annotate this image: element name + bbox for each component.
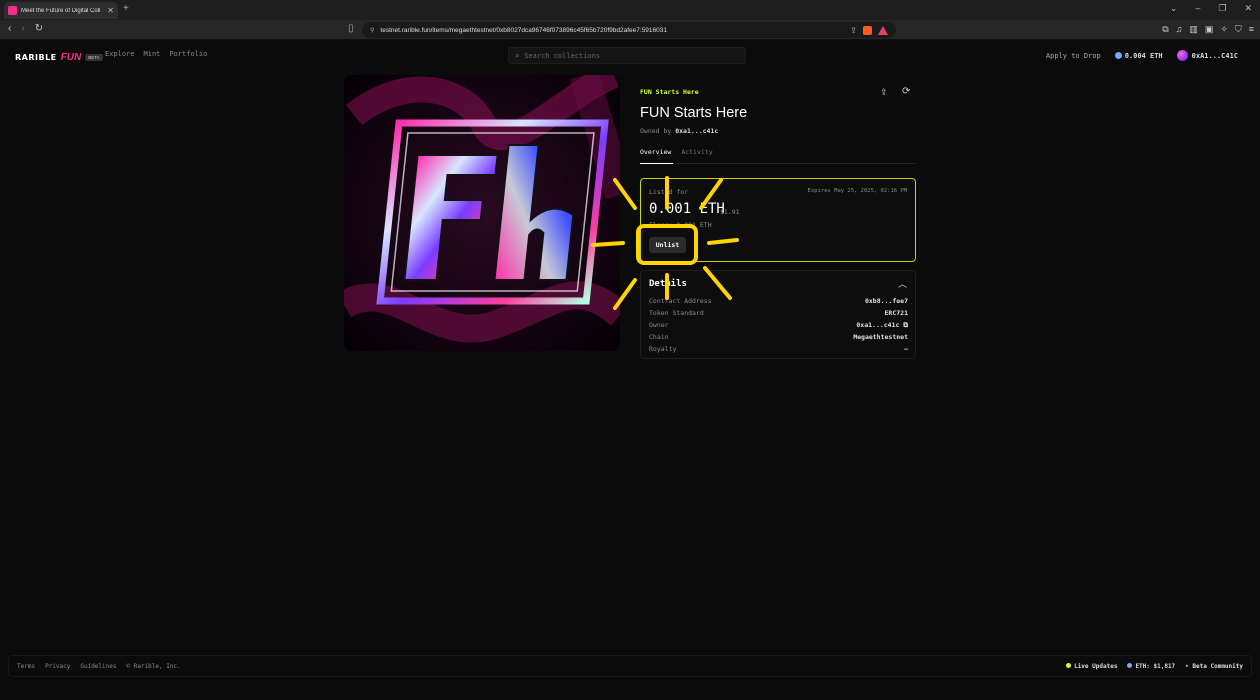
- live-updates-status: Live Updates: [1066, 663, 1117, 670]
- footer-copyright: © Rarible, Inc.: [126, 663, 181, 670]
- listed-for-label: Listed for: [649, 188, 689, 196]
- media-icon[interactable]: ♫: [1176, 24, 1183, 35]
- nav-mint[interactable]: Mint: [144, 50, 161, 58]
- account-button[interactable]: 0xA1...C41C: [1176, 50, 1238, 61]
- refresh-icon[interactable]: ⟳: [902, 86, 910, 97]
- menu-icon[interactable]: ≡: [1249, 24, 1254, 35]
- tab-underline: [640, 163, 916, 164]
- contract-address-link[interactable]: 0xb8...fee7: [865, 297, 908, 305]
- listing-usd: $1.91: [720, 208, 740, 216]
- detail-row: Chain Megaethtestnet: [649, 333, 908, 341]
- live-dot-icon: [1066, 663, 1072, 668]
- url-field[interactable]: ⚲ testnet.rarible.fun/items/megaethtestn…: [362, 22, 896, 38]
- browser-tabbar: Meet the Future of Digital Coll ✕ + ⌄ – …: [0, 0, 1260, 20]
- search-placeholder: Search collections: [524, 51, 601, 60]
- apply-to-drop-link[interactable]: Apply to Drop: [1046, 52, 1101, 60]
- item-tabs: Overview Activity: [640, 148, 713, 156]
- rarible-favicon-icon: [8, 6, 17, 15]
- detail-row: Contract Address 0xb8...fee7: [649, 297, 908, 305]
- browser-tab[interactable]: Meet the Future of Digital Coll ✕: [4, 2, 118, 19]
- close-tab-icon[interactable]: ✕: [107, 6, 114, 15]
- leo-icon[interactable]: ✧: [1220, 24, 1228, 35]
- chevron-down-icon[interactable]: ⌄: [1170, 3, 1178, 14]
- listing-card: Listed for Expires May 25, 2025, 02:16 P…: [640, 178, 916, 262]
- url-text: testnet.rarible.fun/items/megaethtestnet…: [380, 26, 667, 34]
- site-footer: Terms Privacy Guidelines © Rarible, Inc.…: [8, 655, 1252, 677]
- wallet-icon[interactable]: ▣: [1205, 24, 1214, 35]
- beta-community-link[interactable]: ➤ Beta Community: [1185, 663, 1243, 670]
- wallet-balance[interactable]: 0.004 ETH: [1114, 52, 1163, 60]
- forward-icon[interactable]: ›: [21, 23, 24, 34]
- tab-overview[interactable]: Overview: [640, 148, 671, 156]
- eth-icon: [1114, 52, 1122, 59]
- tab-title: Meet the Future of Digital Coll: [21, 7, 101, 14]
- unlist-button[interactable]: Unlist: [649, 237, 686, 253]
- eth-icon: [1127, 663, 1133, 668]
- beta-badge: BETA: [85, 54, 103, 61]
- nav-explore[interactable]: Explore: [105, 50, 135, 58]
- restore-icon[interactable]: ❐: [1218, 3, 1226, 14]
- close-window-icon[interactable]: ✕: [1244, 3, 1252, 14]
- site-info-icon[interactable]: ⚲: [370, 27, 374, 34]
- browser-toolbar: ⧉ ♫ ▥ ▣ ✧ ⛉ ≡: [1162, 24, 1254, 35]
- details-heading: Details: [649, 279, 687, 289]
- vpn-icon[interactable]: ⛉: [1235, 24, 1242, 35]
- item-title: FUN Starts Here: [640, 105, 748, 121]
- nav-portfolio[interactable]: Portfolio: [169, 50, 207, 58]
- window-controls: ⌄ – ❐ ✕: [1170, 3, 1252, 14]
- reload-icon[interactable]: ↻: [35, 23, 43, 34]
- footer-privacy-link[interactable]: Privacy: [45, 663, 70, 670]
- floor-price: Floor: 0.001 ETH: [649, 221, 712, 229]
- footer-terms-link[interactable]: Terms: [17, 663, 35, 670]
- address-bar: ‹ › ↻ ▯ ⚲ testnet.rarible.fun/items/mega…: [0, 20, 1260, 40]
- brave-shields-icon[interactable]: [863, 25, 872, 35]
- chevron-up-icon[interactable]: ︿: [898, 277, 907, 290]
- details-card: Details ︿ Contract Address 0xb8...fee7 T…: [640, 270, 916, 359]
- owned-by: Owned by 0xa1...c41c: [640, 127, 719, 135]
- search-icon: ⌕: [515, 51, 520, 60]
- bookmark-icon[interactable]: ▯: [348, 23, 354, 34]
- detail-row: Royalty –: [649, 345, 908, 353]
- new-tab-icon[interactable]: +: [123, 3, 129, 14]
- rarible-fun-logo[interactable]: RARIBLE FUN BETA: [15, 52, 103, 63]
- main-nav: Explore Mint Portfolio: [105, 50, 207, 58]
- back-icon[interactable]: ‹: [8, 23, 11, 34]
- owner-address-link[interactable]: 0xa1...c41c: [856, 321, 899, 329]
- copy-icon[interactable]: ⧉: [903, 321, 908, 329]
- listing-expiry: Expires May 25, 2025, 02:16 PM: [807, 188, 907, 194]
- detail-row: Owner 0xa1...c41c ⧉: [649, 321, 908, 329]
- owner-link[interactable]: 0xa1...c41c: [675, 127, 718, 135]
- footer-guidelines-link[interactable]: Guidelines: [80, 663, 116, 670]
- brave-rewards-icon[interactable]: [878, 25, 888, 35]
- search-input[interactable]: ⌕ Search collections: [508, 47, 746, 64]
- avatar: [1176, 50, 1188, 61]
- share-page-icon[interactable]: ⇪: [850, 26, 857, 35]
- collection-link[interactable]: FUN Starts Here: [640, 88, 699, 96]
- listing-price: 0.001 ETH: [649, 201, 725, 217]
- minimize-icon[interactable]: –: [1195, 3, 1200, 14]
- site-header: RARIBLE FUN BETA Explore Mint Portfolio …: [0, 40, 1260, 72]
- tab-activity[interactable]: Activity: [681, 148, 712, 156]
- share-icon[interactable]: ⇪: [880, 87, 888, 98]
- detail-row: Token Standard ERC721: [649, 309, 908, 317]
- extensions-icon[interactable]: ⧉: [1162, 24, 1168, 35]
- sidebar-icon[interactable]: ▥: [1189, 24, 1198, 35]
- eth-price-ticker: ETH: $1,817: [1127, 663, 1175, 670]
- nft-image: [344, 75, 620, 351]
